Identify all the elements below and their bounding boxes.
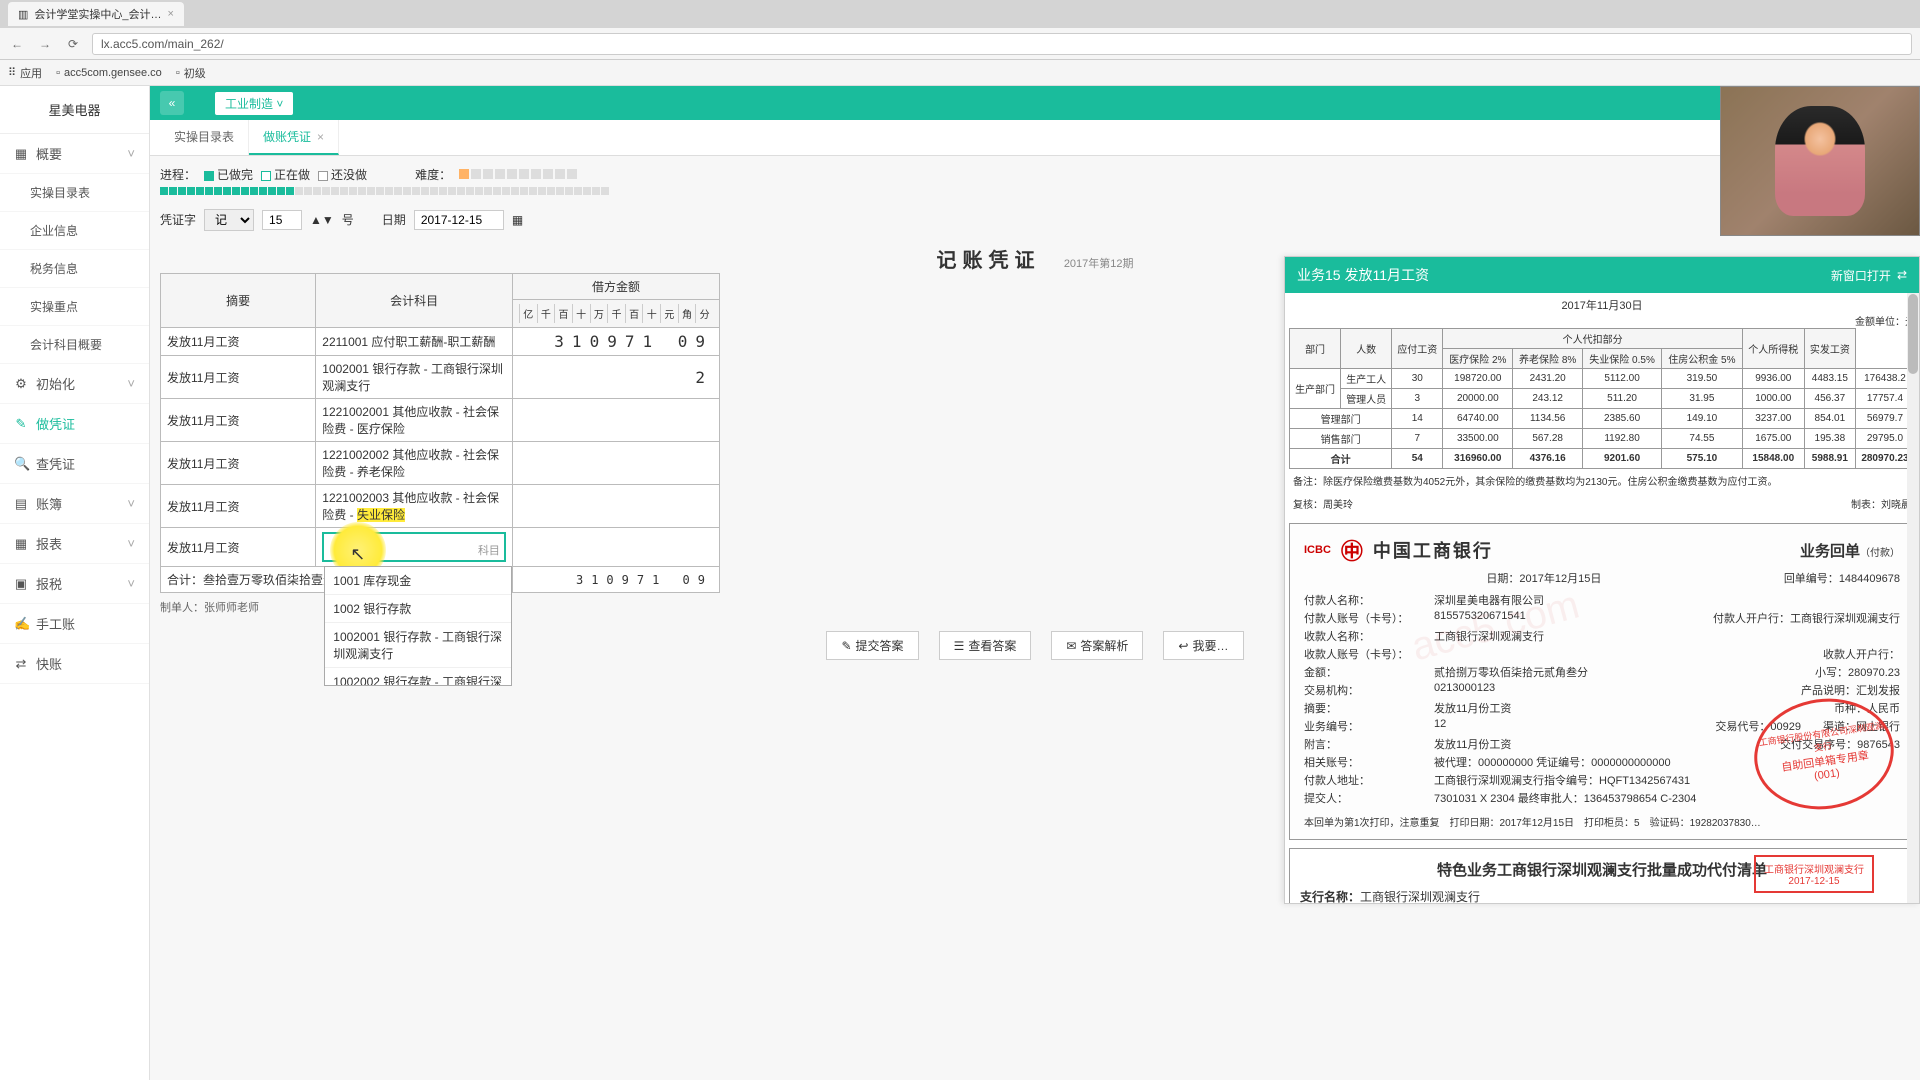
tab-favicon: ▥: [18, 8, 28, 21]
dropdown-option[interactable]: 1002 银行存款: [325, 595, 511, 623]
dropdown-option[interactable]: 1001 库存现金: [325, 567, 511, 595]
panel-scrollbar[interactable]: [1907, 293, 1919, 903]
tab-title: 会计学堂实操中心_会计…: [34, 6, 161, 22]
voucher-title: 记账凭证: [936, 250, 1040, 272]
chat-icon: ✉: [1066, 639, 1076, 653]
salary-table: 部门 人数 应付工资 个人代扣部分 个人所得税 实发工资 医疗保险 2% 养老保…: [1289, 328, 1915, 469]
total-debit: 310971 09: [512, 567, 719, 593]
bank-receipt: acc5.com ICBC ㊥ 中国工商银行 业务回单（付款） 日期：2017年…: [1289, 523, 1915, 840]
sidebar-icon: ✎: [14, 416, 28, 432]
page-tab[interactable]: 做账凭证×: [249, 120, 339, 155]
voucher-row[interactable]: 发放11月工资2211001 应付职工薪酬-职工薪酬310971 09: [161, 328, 720, 356]
url-bar[interactable]: lx.acc5.com/main_262/: [92, 33, 1912, 55]
panel-title: 业务15 发放11月工资: [1297, 265, 1429, 285]
maker-name: 张师师老师: [204, 602, 259, 614]
icbc-logo-icon: ㊥: [1341, 534, 1363, 566]
chevron-down-icon: ˅: [127, 376, 135, 391]
sidebar-icon: ✍: [14, 616, 28, 632]
icbc-logo-text: ICBC: [1304, 544, 1331, 556]
calendar-icon[interactable]: ▦: [512, 213, 523, 227]
back-button[interactable]: ←: [8, 35, 26, 53]
col-debit: 借方金额: [512, 274, 719, 300]
sidebar-item[interactable]: ▦概要˅: [0, 134, 149, 174]
swap-icon: ⇄: [1897, 268, 1907, 282]
bookmark-item[interactable]: ▫初级: [176, 65, 206, 81]
webcam-overlay: [1720, 86, 1920, 236]
col-subject: 会计科目: [316, 274, 513, 328]
sidebar-item[interactable]: ⚙初始化˅: [0, 364, 149, 404]
tab-close-icon[interactable]: ×: [168, 8, 174, 20]
sidebar-icon: ▣: [14, 576, 28, 592]
edit-icon: ✎: [841, 639, 851, 653]
company-name: 星美电器: [0, 86, 149, 134]
chevron-down-icon: ˅: [127, 536, 135, 551]
voucher-row[interactable]: 发放11月工资↖科目1001 库存现金1002 银行存款1002001 银行存款…: [161, 528, 720, 567]
voucher-row[interactable]: 发放11月工资1221002002 其他应收款 - 社会保险费 - 养老保险: [161, 442, 720, 485]
bookmark-item[interactable]: ▫acc5com.gensee.co: [56, 67, 162, 79]
dropdown-option[interactable]: 1002001 银行存款 - 工商银行深圳观澜支行: [325, 623, 511, 668]
sidebar: 星美电器 ▦概要˅实操目录表企业信息税务信息实操重点会计科目概要⚙初始化˅✎做凭…: [0, 86, 150, 1080]
sidebar-item[interactable]: 会计科目概要: [0, 326, 149, 364]
reference-panel: 业务15 发放11月工资 新窗口打开 ⇄ 2017年11月30日 金额单位：元 …: [1284, 256, 1920, 904]
chevron-down-icon: ˅: [127, 146, 135, 161]
sidebar-item[interactable]: 税务信息: [0, 250, 149, 288]
page-icon: ▫: [176, 67, 180, 79]
sidebar-icon: ▦: [14, 146, 28, 162]
voucher-date-input[interactable]: [414, 210, 504, 230]
sidebar-item[interactable]: ⇄快账: [0, 644, 149, 684]
sidebar-icon: ⚙: [14, 376, 28, 392]
reload-button[interactable]: ⟳: [64, 35, 82, 53]
voucher-row[interactable]: 发放11月工资1221002003 其他应收款 - 社会保险费 - 失业保险: [161, 485, 720, 528]
sidebar-item[interactable]: ✍手工账: [0, 604, 149, 644]
answer-analysis-button[interactable]: ✉答案解析: [1051, 631, 1143, 660]
chevron-down-icon: ˅: [127, 496, 135, 511]
progress-bar: [160, 187, 1910, 195]
sidebar-item[interactable]: 实操重点: [0, 288, 149, 326]
tab-close-icon[interactable]: ×: [317, 130, 324, 144]
industry-selector[interactable]: 工业制造 ˅: [214, 91, 294, 116]
sidebar-item[interactable]: ▣报税˅: [0, 564, 149, 604]
voucher-table: 摘要 会计科目 借方金额 亿千百十万千百十元角分 发放11月工资2211001 …: [160, 273, 720, 593]
voucher-period: 2017年第12期: [1064, 258, 1134, 270]
sidebar-item[interactable]: 🔍查凭证: [0, 444, 149, 484]
sidebar-item[interactable]: ▦报表˅: [0, 524, 149, 564]
view-answer-button[interactable]: ☰查看答案: [939, 631, 1032, 660]
difficulty-indicator: [459, 168, 579, 182]
forward-button[interactable]: →: [36, 35, 54, 53]
subject-input[interactable]: ↖科目1001 库存现金1002 银行存款1002001 银行存款 - 工商银行…: [322, 532, 506, 562]
branch-stamp: 工商银行深圳观澜支行 2017-12-15: [1754, 855, 1874, 893]
sidebar-icon: ▦: [14, 536, 28, 552]
col-summary: 摘要: [161, 274, 316, 328]
sidebar-icon: ⇄: [14, 656, 28, 672]
voucher-type-select[interactable]: 记: [204, 209, 254, 231]
submit-answer-button[interactable]: ✎提交答案: [826, 631, 918, 660]
cursor-icon: ↖: [350, 544, 365, 565]
sidebar-item[interactable]: 实操目录表: [0, 174, 149, 212]
page-tab[interactable]: 实操目录表: [160, 120, 249, 155]
sidebar-icon: 🔍: [14, 456, 28, 472]
salary-note: 备注：除医疗保险缴费基数为4052元外，其余保险的缴费基数均为2130元。住房公…: [1289, 469, 1915, 492]
sidebar-item[interactable]: ▤账簿˅: [0, 484, 149, 524]
progress-label: 进程：: [160, 166, 196, 183]
ask-button[interactable]: ↩我要…: [1163, 631, 1243, 660]
apps-icon: ⠿: [8, 66, 16, 79]
chevron-down-icon: ˅: [127, 576, 135, 591]
voucher-number-input[interactable]: [262, 210, 302, 230]
page-icon: ▫: [56, 67, 60, 79]
chevron-down-icon: ˅: [276, 97, 283, 111]
sidebar-item[interactable]: 企业信息: [0, 212, 149, 250]
voucher-row[interactable]: 发放11月工资1002001 银行存款 - 工商银行深圳观澜支行2: [161, 356, 720, 399]
sidebar-item[interactable]: ✎做凭证: [0, 404, 149, 444]
subject-dropdown[interactable]: 1001 库存现金1002 银行存款1002001 银行存款 - 工商银行深圳观…: [324, 566, 512, 686]
browser-tab[interactable]: ▥ 会计学堂实操中心_会计… ×: [8, 2, 184, 26]
list-icon: ☰: [954, 639, 965, 653]
batch-list: 特色业务工商银行深圳观澜支行批量成功代付清单 支行名称：工商银行深圳观澜支行 入…: [1289, 848, 1915, 903]
sidebar-icon: ▤: [14, 496, 28, 512]
dropdown-option[interactable]: 1002002 银行存款 - 工商银行深圳龙华: [325, 668, 511, 686]
collapse-sidebar-button[interactable]: «: [160, 91, 184, 115]
open-new-window-button[interactable]: 新窗口打开 ⇄: [1831, 267, 1907, 284]
reply-icon: ↩: [1178, 639, 1188, 653]
apps-button[interactable]: ⠿应用: [8, 65, 42, 81]
voucher-row[interactable]: 发放11月工资1221002001 其他应收款 - 社会保险费 - 医疗保险: [161, 399, 720, 442]
